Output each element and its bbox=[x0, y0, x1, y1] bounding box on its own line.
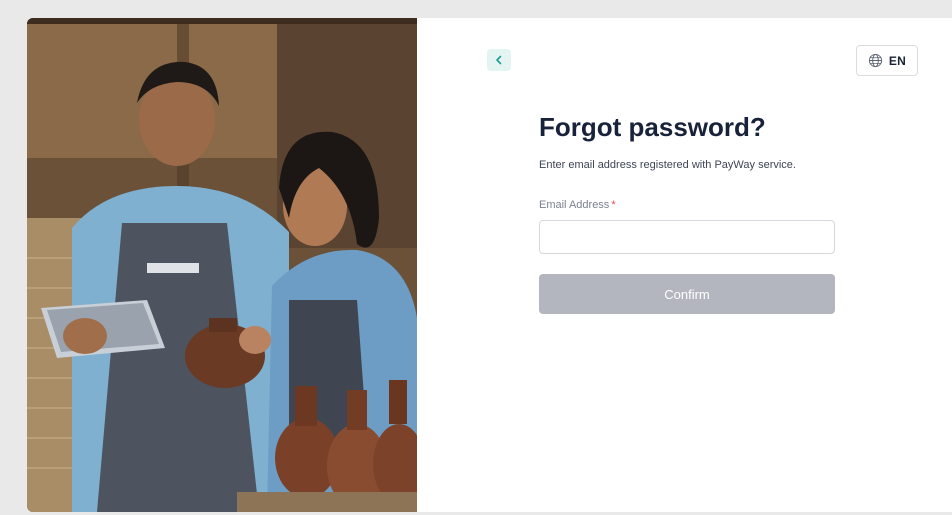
forgot-password-panel: EN Forgot password? Enter email address … bbox=[417, 18, 952, 512]
required-marker: * bbox=[611, 199, 616, 211]
language-selector[interactable]: EN bbox=[856, 45, 918, 76]
hero-image bbox=[27, 18, 417, 512]
back-button[interactable] bbox=[487, 49, 511, 71]
globe-icon bbox=[868, 53, 882, 68]
page-title: Forgot password? bbox=[539, 112, 766, 142]
hero-photo-illustration bbox=[27, 18, 417, 512]
language-label: EN bbox=[888, 53, 907, 68]
page-frame: EN Forgot password? Enter email address … bbox=[27, 18, 952, 512]
email-field-label: Email Address * bbox=[539, 199, 616, 211]
email-label-text: Email Address bbox=[539, 199, 610, 211]
page-subtitle: Enter email address registered with PayW… bbox=[539, 159, 796, 171]
email-field[interactable] bbox=[539, 220, 835, 254]
chevron-left-icon bbox=[496, 55, 502, 65]
confirm-button[interactable]: Confirm bbox=[539, 274, 835, 314]
